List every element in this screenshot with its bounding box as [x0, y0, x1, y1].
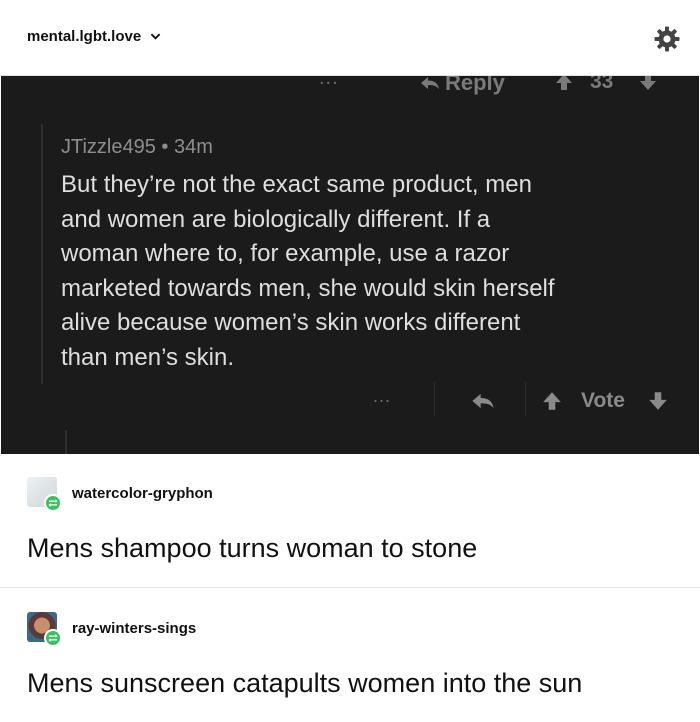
reblog-badge — [44, 494, 62, 512]
reblog-icon — [48, 499, 58, 507]
top-comment-actions: ... Reply 33 — [1, 76, 699, 96]
comment-line: and women are biologically different. If… — [61, 205, 491, 233]
post-text: Mens sunscreen catapults women into the … — [27, 668, 583, 698]
comment-author-meta: JTizzle495 • 34m — [61, 136, 213, 158]
blog-name: mental.lgbt.love — [27, 28, 142, 45]
reply-arrow-icon — [472, 393, 494, 409]
more-options-label: ... — [319, 76, 339, 89]
comment-line: alive because women’s skin works differe… — [61, 309, 521, 336]
reply-arrow-icon — [421, 77, 439, 89]
downvote-arrow-icon — [649, 392, 667, 410]
comment-line: than men’s skin. — [61, 343, 234, 371]
reblog-post: ray-winters-sings Mens sunscreen catapul… — [0, 589, 700, 722]
more-options-label: ... — [373, 386, 392, 406]
reply-label: Reply — [445, 76, 505, 95]
post-text: Mens shampoo turns woman to stone — [27, 533, 478, 563]
blog-header: mental.lgbt.love — [0, 0, 700, 76]
vote-label: Vote — [581, 389, 625, 412]
vote-count: 33 — [590, 76, 614, 93]
reblog-badge — [44, 629, 62, 647]
bottom-comment-actions: ... Vote — [1, 382, 699, 422]
thread-line — [65, 430, 67, 454]
thread-line — [41, 124, 43, 384]
comment-body: But they’re not the exact same product, … — [61, 168, 681, 375]
post-username[interactable]: ray-winters-sings — [72, 620, 196, 637]
action-divider — [525, 382, 526, 416]
post-username[interactable]: watercolor-gryphon — [72, 485, 213, 502]
upvote-arrow-icon — [543, 392, 561, 410]
comment-line: But they’re not the exact same product, … — [61, 171, 532, 198]
reddit-comment-screenshot: ... Reply 33 JTizzle495 • 34m But they’r… — [1, 76, 699, 454]
reblog-icon — [48, 634, 58, 642]
reblog-post: watercolor-gryphon Mens shampoo turns wo… — [0, 454, 700, 588]
gear-icon[interactable] — [653, 25, 681, 53]
blog-name-dropdown[interactable]: mental.lgbt.love — [27, 28, 161, 45]
chevron-down-icon — [150, 33, 161, 40]
comment-line: marketed towards men, she would skin her… — [61, 274, 555, 302]
comment-line: woman where to, for example, use a razor — [61, 240, 510, 267]
action-divider — [434, 382, 435, 416]
downvote-arrow-icon — [640, 76, 656, 90]
upvote-arrow-icon — [556, 76, 572, 90]
reply-action: Reply — [419, 76, 505, 96]
